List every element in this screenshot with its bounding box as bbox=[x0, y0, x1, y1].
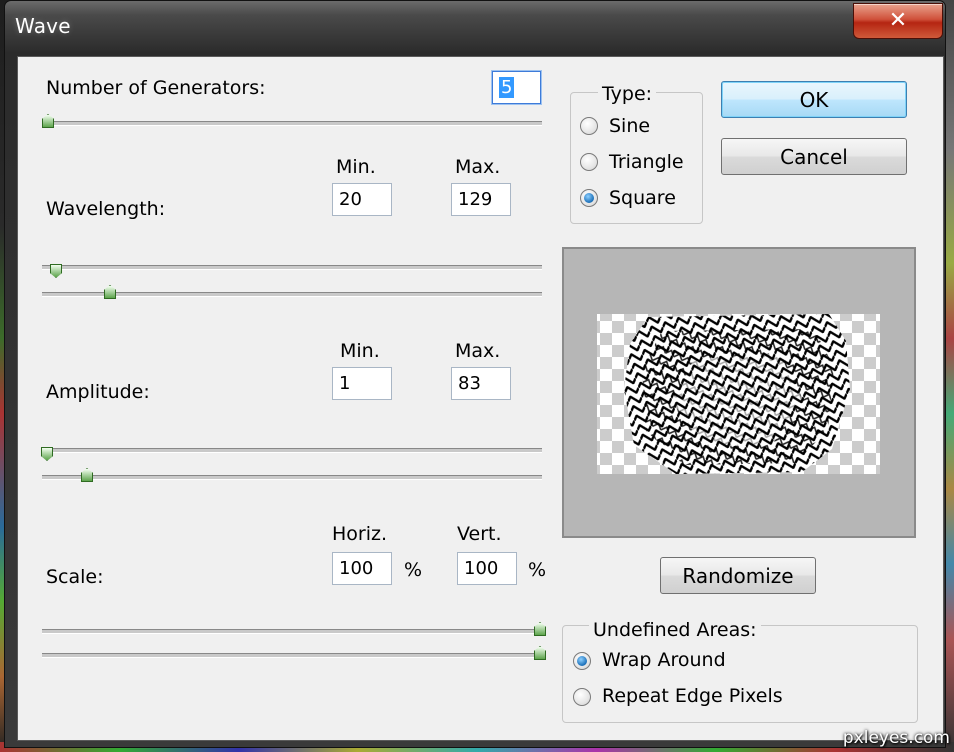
amplitude-max-header: Max. bbox=[455, 340, 501, 362]
wavelength-label: Wavelength: bbox=[46, 198, 166, 220]
generators-label: Number of Generators: bbox=[46, 77, 266, 99]
scale-label: Scale: bbox=[46, 566, 104, 588]
preview-image bbox=[597, 314, 880, 474]
generators-value: 5 bbox=[499, 77, 515, 98]
amplitude-min-slider-thumb[interactable] bbox=[41, 447, 53, 461]
type-group-title: Type: bbox=[598, 83, 657, 105]
dialog-window: Wave ✕ Number of Generators: 5 Min. Max.… bbox=[4, 0, 946, 748]
type-square-label[interactable]: Square bbox=[609, 187, 676, 209]
generators-slider-track[interactable] bbox=[46, 121, 542, 126]
repeat-edge-pixels-label[interactable]: Repeat Edge Pixels bbox=[602, 685, 783, 707]
wrap-around-radio[interactable] bbox=[573, 652, 591, 670]
amplitude-max-slider-thumb[interactable] bbox=[81, 468, 93, 482]
wrap-around-label[interactable]: Wrap Around bbox=[602, 649, 726, 671]
amplitude-min-slider-track[interactable] bbox=[42, 448, 542, 453]
type-sine-radio[interactable] bbox=[580, 117, 598, 135]
generators-slider-thumb[interactable] bbox=[42, 114, 54, 128]
dialog-client-area: Number of Generators: 5 Min. Max. Wavele… bbox=[17, 56, 944, 741]
scale-vert-slider-thumb[interactable] bbox=[534, 646, 546, 660]
amplitude-max-slider-track[interactable] bbox=[42, 475, 542, 480]
window-title: Wave bbox=[15, 14, 71, 38]
generators-input[interactable]: 5 bbox=[492, 71, 541, 104]
scale-vert-slider-track[interactable] bbox=[42, 653, 542, 658]
type-triangle-radio[interactable] bbox=[580, 153, 598, 171]
scale-vert-header: Vert. bbox=[457, 523, 502, 545]
scale-horiz-slider-thumb[interactable] bbox=[534, 622, 546, 636]
scale-horiz-header: Horiz. bbox=[332, 523, 388, 545]
wavelength-max-slider-thumb[interactable] bbox=[104, 285, 116, 299]
amplitude-label: Amplitude: bbox=[46, 381, 150, 403]
wavelength-max-input[interactable]: 129 bbox=[451, 183, 511, 216]
amplitude-max-input[interactable]: 83 bbox=[451, 367, 511, 400]
wavelength-min-header: Min. bbox=[336, 156, 376, 178]
amplitude-min-header: Min. bbox=[340, 340, 380, 362]
scale-vert-input[interactable]: 100 bbox=[457, 552, 517, 585]
cancel-button[interactable]: Cancel bbox=[721, 138, 907, 175]
wavelength-max-header: Max. bbox=[455, 156, 501, 178]
randomize-button[interactable]: Randomize bbox=[660, 557, 816, 594]
repeat-edge-pixels-radio[interactable] bbox=[573, 688, 591, 706]
scale-vert-unit: % bbox=[528, 559, 547, 581]
wavelength-min-input[interactable]: 20 bbox=[332, 183, 392, 216]
site-watermark: pxleyes.com bbox=[842, 728, 950, 748]
wavelength-min-slider-track[interactable] bbox=[42, 265, 542, 270]
scale-horiz-slider-track[interactable] bbox=[42, 629, 542, 634]
scale-horiz-unit: % bbox=[404, 559, 423, 581]
amplitude-min-input[interactable]: 1 bbox=[332, 367, 392, 400]
close-icon: ✕ bbox=[888, 8, 908, 33]
ok-button[interactable]: OK bbox=[721, 81, 907, 118]
wavelength-min-slider-thumb[interactable] bbox=[50, 264, 62, 278]
wavelength-max-slider-track[interactable] bbox=[42, 292, 542, 297]
type-square-radio[interactable] bbox=[580, 189, 598, 207]
scale-horiz-input[interactable]: 100 bbox=[332, 552, 392, 585]
wave-preview bbox=[562, 247, 916, 538]
undefined-areas-title: Undefined Areas: bbox=[589, 619, 761, 641]
type-triangle-label[interactable]: Triangle bbox=[609, 151, 684, 173]
type-sine-label[interactable]: Sine bbox=[609, 115, 650, 137]
close-button[interactable]: ✕ bbox=[853, 3, 943, 39]
